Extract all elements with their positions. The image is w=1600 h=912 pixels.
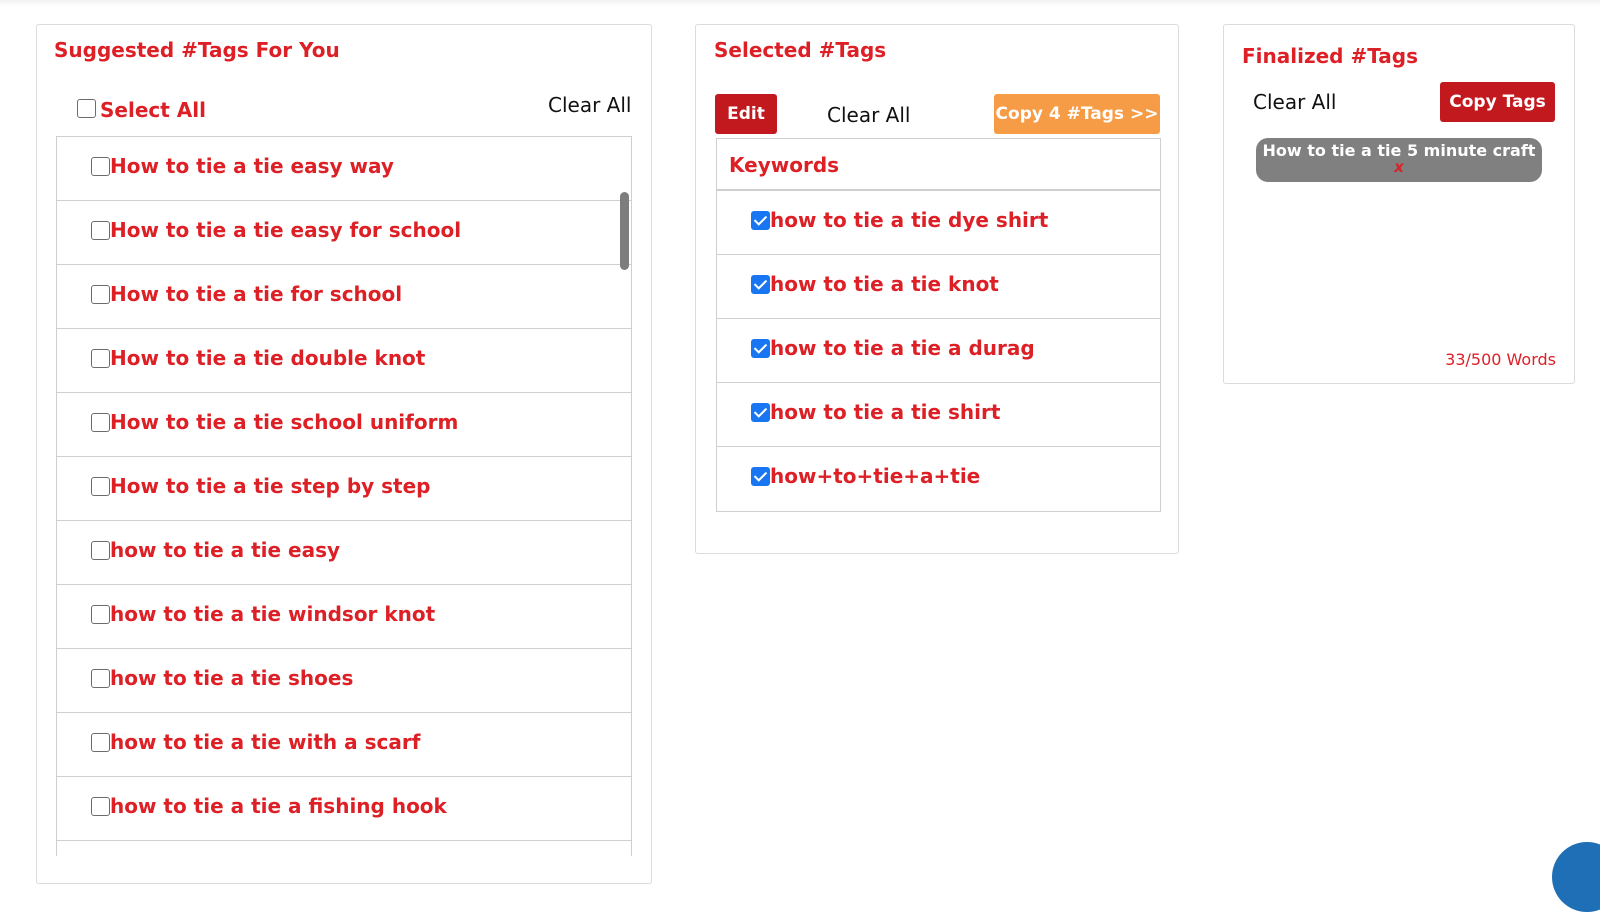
suggested-tag-row[interactable]: how to tie a tie windsor knot — [57, 585, 631, 649]
suggested-tag-row[interactable]: how to tie a tie shoes — [57, 649, 631, 713]
selected-keyword-label[interactable]: how to tie a tie shirt — [770, 400, 1000, 424]
suggested-tag-label[interactable]: How to tie a tie double knot — [110, 346, 425, 370]
selected-keyword-label[interactable]: how+to+tie+a+tie — [770, 464, 980, 488]
select-all-label[interactable]: Select All — [100, 98, 206, 122]
suggested-tag-label[interactable]: how to tie a tie with a scarf — [110, 730, 420, 754]
suggested-tag-checkbox[interactable] — [91, 541, 110, 560]
suggested-tag-row[interactable]: How to tie a tie easy way — [57, 137, 631, 201]
suggested-tag-label[interactable]: How to tie a tie school uniform — [110, 410, 458, 434]
suggested-tag-row[interactable]: How to tie a tie easy for school — [57, 201, 631, 265]
suggested-tag-checkbox[interactable] — [91, 413, 110, 432]
suggested-tag-checkbox[interactable] — [91, 157, 110, 176]
keywords-table: Keywords how to tie a tie dye shirt how t… — [716, 138, 1161, 512]
selected-tags-title: Selected #Tags — [714, 38, 887, 62]
suggested-clear-all-link[interactable]: Clear All — [548, 93, 631, 117]
suggested-tag-row[interactable]: How to tie a tie step by step — [57, 457, 631, 521]
suggested-tag-checkbox[interactable] — [91, 733, 110, 752]
suggested-tag-label[interactable]: how to tie a tie shoes — [110, 666, 353, 690]
selected-keyword-row[interactable]: how to tie a tie shirt — [717, 383, 1160, 447]
edit-button[interactable]: Edit — [715, 94, 777, 134]
suggested-list-scrollbar[interactable] — [620, 192, 629, 270]
word-count: 33/500 Words — [1445, 350, 1556, 369]
selected-keyword-row[interactable]: how to tie a tie knot — [717, 255, 1160, 319]
suggested-tag-checkbox[interactable] — [91, 797, 110, 816]
selected-keyword-label[interactable]: how to tie a tie dye shirt — [770, 208, 1048, 232]
suggested-tags-title: Suggested #Tags For You — [54, 38, 340, 62]
suggested-tag-label[interactable]: How to tie a tie easy for school — [110, 218, 461, 242]
top-strip — [0, 0, 1600, 6]
finalized-tags-panel — [1223, 24, 1575, 384]
suggested-tag-row[interactable]: how to tie a tie easy — [57, 521, 631, 585]
selected-keyword-checkbox[interactable] — [751, 403, 770, 422]
suggested-tag-checkbox[interactable] — [91, 221, 110, 240]
selected-keyword-label[interactable]: how to tie a tie a durag — [770, 336, 1035, 360]
suggested-tag-checkbox[interactable] — [91, 605, 110, 624]
suggested-tag-checkbox[interactable] — [91, 349, 110, 368]
suggested-tag-label[interactable]: how to tie a tie windsor knot — [110, 602, 435, 626]
suggested-tag-label[interactable]: How to tie a tie easy way — [110, 154, 394, 178]
suggested-tag-checkbox[interactable] — [91, 477, 110, 496]
selected-keyword-checkbox[interactable] — [751, 339, 770, 358]
selected-keyword-checkbox[interactable] — [751, 211, 770, 230]
suggested-tags-list: How to tie a tie easy way How to tie a ti… — [56, 136, 632, 856]
suggested-tag-label[interactable]: how to tie a tie easy — [110, 538, 340, 562]
keywords-header: Keywords — [717, 139, 1160, 191]
suggested-tag-label[interactable]: how to tie a tie a fishing hook — [110, 794, 447, 818]
copy-selected-tags-button[interactable]: Copy 4 #Tags >> — [994, 94, 1160, 134]
keywords-header-label: Keywords — [729, 153, 840, 177]
remove-tag-icon[interactable]: x — [1256, 160, 1542, 175]
chat-bubble-icon[interactable] — [1552, 842, 1600, 912]
selected-keyword-checkbox[interactable] — [751, 467, 770, 486]
copy-tags-button[interactable]: Copy Tags — [1440, 82, 1555, 122]
suggested-tag-checkbox[interactable] — [91, 669, 110, 688]
suggested-tag-label[interactable]: How to tie a tie for school — [110, 282, 402, 306]
selected-keyword-row[interactable]: how to tie a tie dye shirt — [717, 191, 1160, 255]
selected-keyword-row[interactable]: how to tie a tie a durag — [717, 319, 1160, 383]
suggested-tag-label[interactable]: How to tie a tie step by step — [110, 474, 431, 498]
selected-keyword-label[interactable]: how to tie a tie knot — [770, 272, 999, 296]
suggested-tag-row[interactable]: how to tie a tie with a scarf — [57, 713, 631, 777]
selected-clear-all-link[interactable]: Clear All — [827, 103, 910, 127]
selected-keyword-checkbox[interactable] — [751, 275, 770, 294]
select-all-checkbox[interactable] — [77, 99, 96, 118]
selected-keyword-row[interactable]: how+to+tie+a+tie — [717, 447, 1160, 511]
suggested-tag-row[interactable]: How to tie a tie school uniform — [57, 393, 631, 457]
finalized-tags-title: Finalized #Tags — [1242, 44, 1418, 68]
suggested-tag-row[interactable]: how to tie a tie a fishing hook — [57, 777, 631, 841]
finalized-tag-chip: How to tie a tie 5 minute craft x — [1256, 138, 1542, 182]
suggested-tag-row[interactable]: How to tie a tie double knot — [57, 329, 631, 393]
suggested-tag-checkbox[interactable] — [91, 285, 110, 304]
finalized-clear-all-link[interactable]: Clear All — [1253, 90, 1336, 114]
suggested-tag-row[interactable]: How to tie a tie for school — [57, 265, 631, 329]
